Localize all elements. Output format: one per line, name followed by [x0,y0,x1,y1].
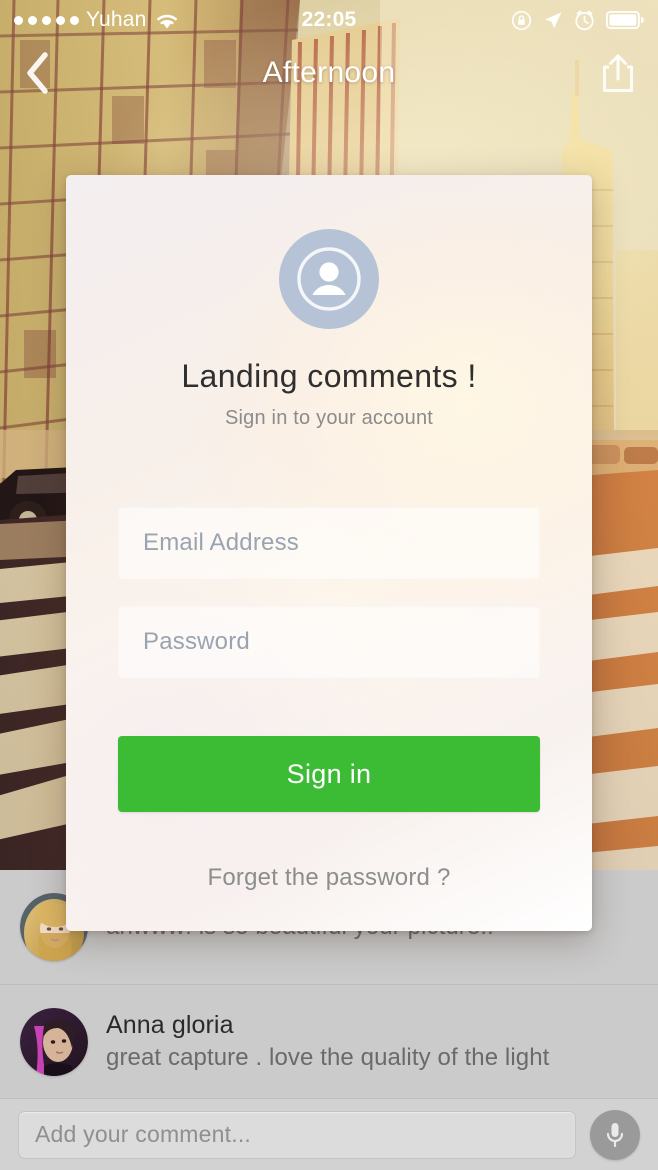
avatar [20,1007,88,1076]
nav-bar: Afternoon [0,40,658,106]
email-field[interactable]: Email Address [118,506,540,580]
modal-subtitle: Sign in to your account [224,407,434,430]
share-icon [600,52,636,94]
password-field[interactable]: Password [118,605,540,679]
share-button[interactable] [600,52,636,94]
modal-avatar [279,229,379,329]
comment-input[interactable]: Add your comment... [18,1110,576,1159]
rotation-lock-icon [511,10,532,31]
status-bar-left: Yuhan [14,8,511,32]
status-bar: Yuhan 22:05 [0,0,658,40]
sign-in-button[interactable]: Sign in [118,736,540,813]
microphone-icon [602,1120,628,1150]
avatar-anna-gloria [20,1007,88,1076]
carrier-label: Yuhan [86,8,147,31]
password-field-placeholder: Password [143,627,250,655]
voice-record-button[interactable] [590,1109,640,1160]
chevron-left-icon [22,50,52,96]
login-modal: Landing comments ! Sign in to your accou… [66,175,592,931]
page-title: Afternoon [262,56,396,89]
back-button[interactable] [22,50,52,96]
list-item[interactable]: Anna gloria great capture . love the qua… [0,984,658,1098]
alarm-clock-icon [574,10,595,31]
location-arrow-icon [543,10,563,30]
comment-input-placeholder: Add your comment... [35,1121,251,1147]
comment-composer: Add your comment... [0,1098,658,1170]
battery-icon [606,11,644,29]
comment-text: great capture . love the quality of the … [106,1043,550,1071]
modal-title: Landing comments ! [181,358,477,394]
comment-author: Anna gloria [106,1011,234,1040]
wifi-icon [154,11,180,30]
signal-strength-dots [14,15,79,25]
email-field-placeholder: Email Address [143,528,299,556]
user-avatar-icon [296,246,362,312]
status-bar-right [511,10,644,31]
app-root: Yuhan 22:05 Afternoon Anna gloria great … [0,0,658,1170]
comment-body: Anna gloria great capture . love the qua… [106,1010,638,1072]
forgot-password-link[interactable]: Forget the password ? [208,864,451,892]
